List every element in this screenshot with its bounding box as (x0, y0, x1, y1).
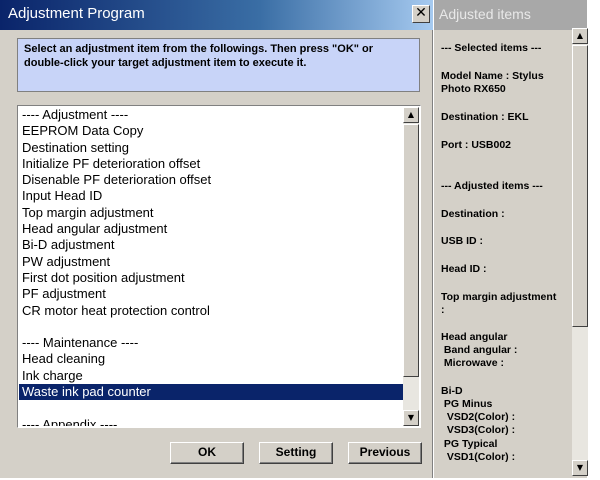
panel-line: --- Selected items --- (441, 42, 542, 54)
panel-line: Photo RX650 (441, 83, 506, 95)
scroll-down-icon[interactable]: ▼ (403, 410, 419, 426)
close-button[interactable]: ✕ (412, 5, 430, 23)
panel-line: Bi-D (441, 385, 463, 397)
list-item[interactable]: ---- Adjustment ---- (19, 107, 405, 123)
scroll-thumb[interactable] (403, 124, 419, 377)
list-item[interactable]: EEPROM Data Copy (19, 123, 405, 139)
panel-line: Top margin adjustment (441, 291, 557, 303)
list-item[interactable]: Ink charge (19, 368, 405, 384)
panel-scroll-thumb[interactable] (572, 45, 588, 327)
panel-line: Band angular : (441, 344, 518, 356)
title-bar[interactable]: Adjustment Program ✕ (0, 0, 433, 30)
panel-title: Adjusted items (439, 6, 531, 22)
list-item[interactable]: Bi-D adjustment (19, 237, 405, 253)
list-item[interactable]: Head cleaning (19, 351, 405, 367)
previous-button[interactable]: Previous (348, 442, 422, 464)
list-item[interactable]: Initialize PF deterioration offset (19, 156, 405, 172)
panel-scroll-up-icon[interactable]: ▲ (572, 28, 588, 44)
panel-line: VSD1(Color) : (441, 451, 516, 463)
list-item[interactable]: CR motor heat protection control (19, 303, 405, 319)
list-item[interactable]: PF adjustment (19, 286, 405, 302)
panel-line: Destination : (441, 208, 505, 220)
panel-line: VSD2(Color) : (441, 411, 516, 423)
list-item[interactable]: Waste ink pad counter (19, 384, 405, 401)
panel-line: PG Minus (441, 398, 493, 410)
panel-scrollbar[interactable]: ▲ ▼ (572, 28, 588, 476)
adjusted-items-panel: Adjusted items --- Selected items --- Mod… (434, 0, 587, 478)
panel-title-bar: Adjusted items (434, 0, 587, 30)
scroll-up-icon[interactable]: ▲ (403, 107, 419, 123)
panel-line: Port : USB002 (441, 139, 512, 151)
adjustment-listbox[interactable]: ---- Adjustment ---- EEPROM Data Copy Dest… (17, 105, 421, 428)
list-item[interactable]: Top margin adjustment (19, 205, 405, 221)
list-item[interactable]: PW adjustment (19, 254, 405, 270)
list-item[interactable]: ---- Appendix ---- (19, 417, 405, 426)
list-item[interactable]: Destination setting (19, 140, 405, 156)
list-item[interactable] (19, 400, 405, 416)
list-item[interactable]: Input Head ID (19, 188, 405, 204)
list-item[interactable]: Head angular adjustment (19, 221, 405, 237)
setting-button[interactable]: Setting (259, 442, 333, 464)
adjustment-list[interactable]: ---- Adjustment ---- EEPROM Data Copy Dest… (19, 107, 405, 426)
list-item[interactable]: Disenable PF deterioration offset (19, 172, 405, 188)
panel-line: : (441, 304, 445, 316)
instructions-text: Select an adjustment item from the follo… (17, 38, 420, 92)
list-item[interactable] (19, 319, 405, 335)
panel-line: VSD3(Color) : (441, 424, 516, 436)
ok-button[interactable]: OK (170, 442, 244, 464)
panel-line: Head angular (441, 331, 508, 343)
window-title: Adjustment Program (8, 5, 145, 22)
list-item[interactable]: ---- Maintenance ---- (19, 335, 405, 351)
panel-scroll-down-icon[interactable]: ▼ (572, 460, 588, 476)
panel-line: Model Name : Stylus (441, 70, 544, 82)
panel-line: USB ID : (441, 235, 483, 247)
panel-line: --- Adjusted items --- (441, 180, 543, 192)
adjustment-program-window: Adjustment Program ✕ Select an adjustmen… (0, 0, 433, 478)
panel-line: Destination : EKL (441, 111, 529, 123)
panel-line: PG Typical (441, 438, 498, 450)
panel-line: Head ID : (441, 263, 487, 275)
list-scrollbar[interactable]: ▲ ▼ (403, 107, 419, 426)
panel-content: --- Selected items --- Model Name : Stylu… (434, 30, 570, 478)
panel-line: Microwave : (441, 357, 505, 369)
list-item[interactable]: First dot position adjustment (19, 270, 405, 286)
